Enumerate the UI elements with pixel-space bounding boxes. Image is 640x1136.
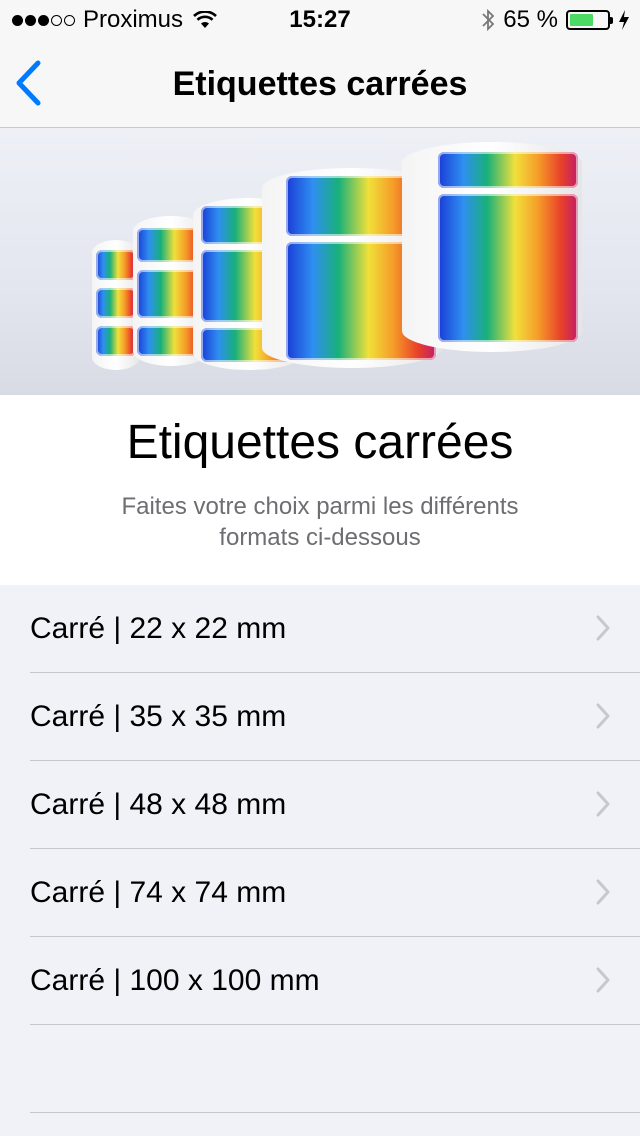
format-row-100[interactable]: Carré | 100 x 100 mm — [0, 937, 640, 1025]
battery-level — [570, 14, 594, 26]
label-rolls-image — [0, 128, 640, 395]
format-row-22[interactable]: Carré | 22 x 22 mm — [0, 585, 640, 673]
charging-bolt-icon — [619, 10, 629, 30]
battery-icon — [566, 10, 613, 30]
page-title: Etiquettes carrées — [126, 416, 514, 469]
status-bar: Proximus 15:27 65 % — [0, 0, 640, 40]
format-label: Carré | 35 x 35 mm — [30, 700, 287, 733]
format-list: Carré | 22 x 22 mm Carré | 35 x 35 mm Ca… — [0, 585, 640, 1025]
nav-title: Etiquettes carrées — [172, 65, 468, 103]
battery-percentage: 65 % — [503, 6, 558, 33]
chevron-right-icon — [596, 703, 610, 729]
chevron-right-icon — [596, 615, 610, 641]
chevron-right-icon — [596, 879, 610, 905]
format-label: Carré | 22 x 22 mm — [30, 612, 287, 645]
format-row-48[interactable]: Carré | 48 x 48 mm — [0, 761, 640, 849]
list-bottom-divider — [30, 1112, 640, 1113]
chevron-right-icon — [596, 967, 610, 993]
format-row-74[interactable]: Carré | 74 x 74 mm — [0, 849, 640, 937]
format-label: Carré | 100 x 100 mm — [30, 964, 320, 997]
page-subtitle: Faites votre choix parmi les différents … — [121, 493, 519, 551]
navigation-bar: Etiquettes carrées — [0, 40, 640, 128]
bluetooth-icon — [482, 8, 495, 32]
intro-section: Etiquettes carrées Faites votre choix pa… — [0, 395, 640, 585]
format-row-35[interactable]: Carré | 35 x 35 mm — [0, 673, 640, 761]
status-right: 65 % — [481, 0, 630, 40]
format-label: Carré | 74 x 74 mm — [30, 876, 287, 909]
chevron-right-icon — [596, 791, 610, 817]
label-roll-100 — [402, 142, 582, 352]
format-label: Carré | 48 x 48 mm — [30, 788, 287, 821]
